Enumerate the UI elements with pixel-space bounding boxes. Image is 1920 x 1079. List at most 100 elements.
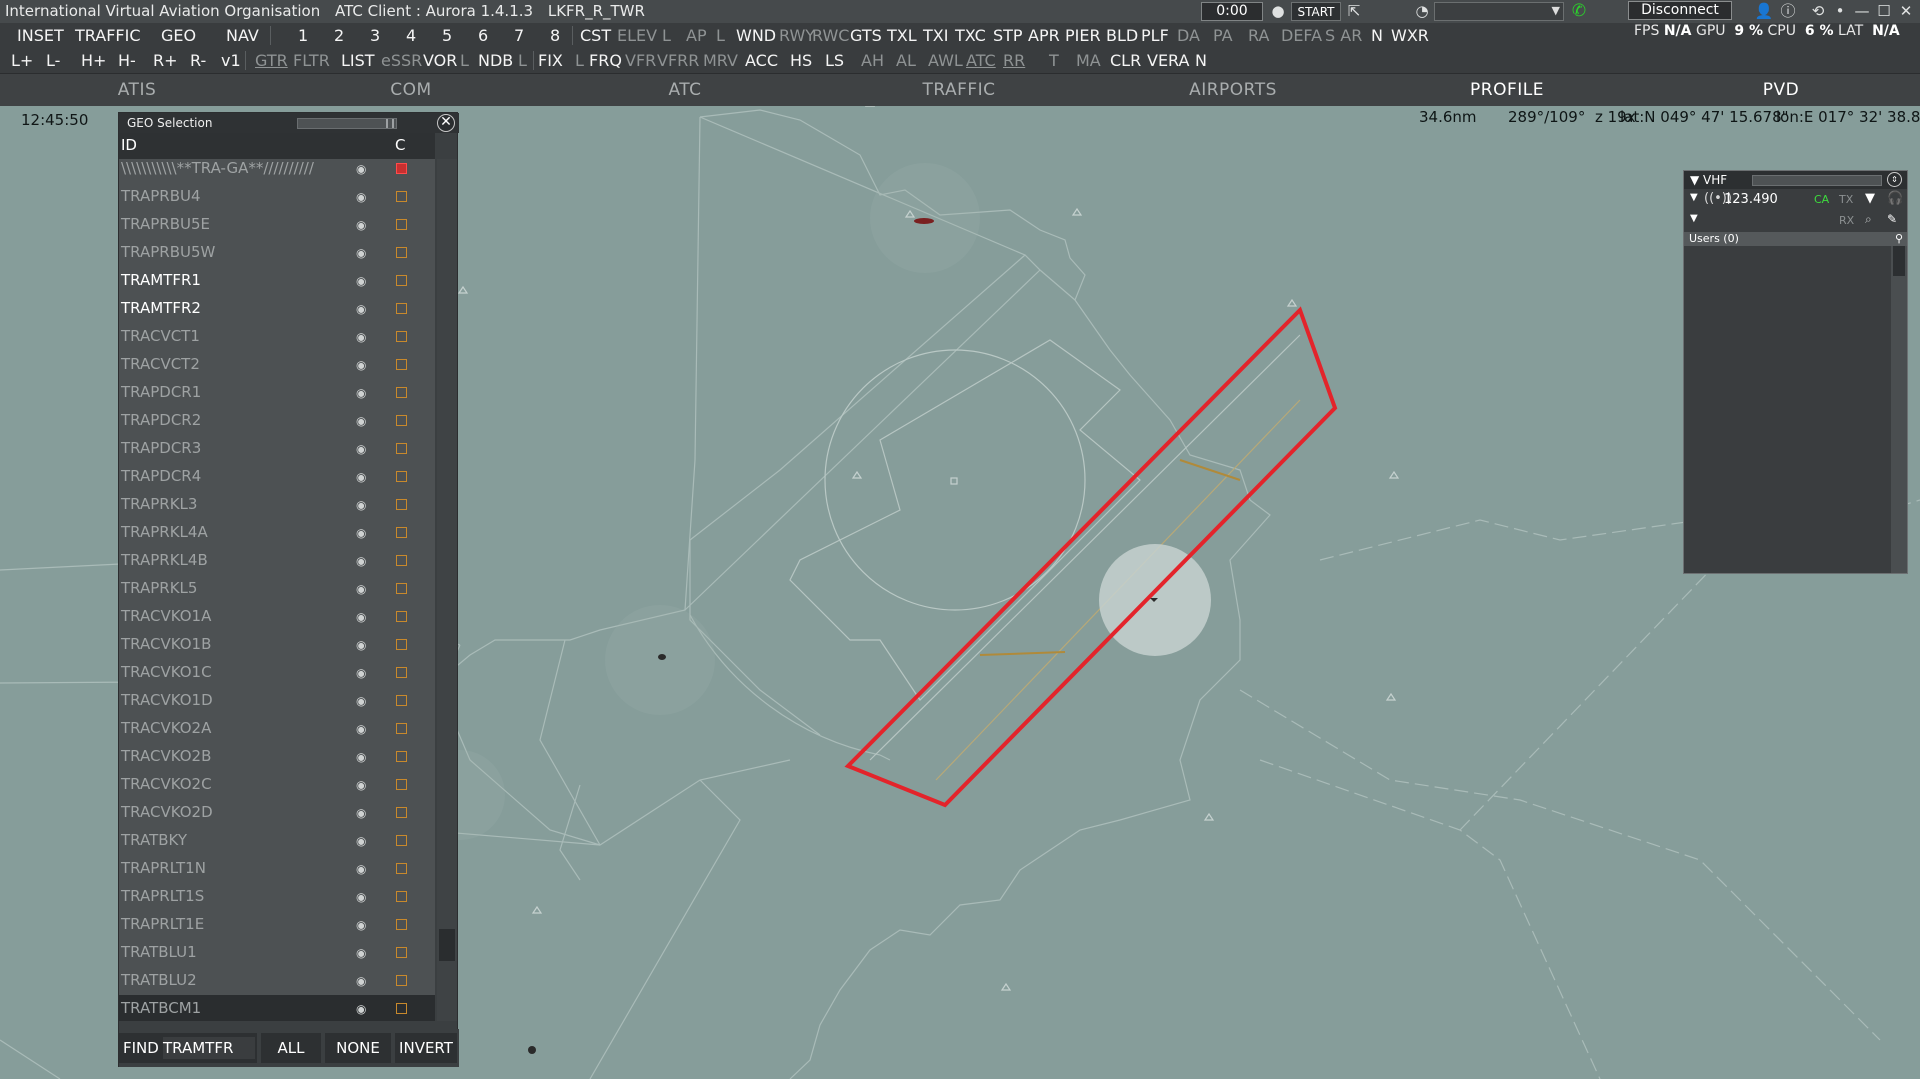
phone-icon[interactable]: ✆ (1568, 1, 1590, 22)
toolbar-button-4[interactable]: 4 (403, 25, 419, 46)
station-dropdown[interactable]: ▼ (1434, 2, 1564, 21)
toolbar-button-cst[interactable]: CST (577, 25, 614, 46)
geo-list-item[interactable]: TRAPRLT1S ◉ (119, 883, 435, 911)
frequency-row[interactable]: ▼ ((•)) 123.490 CA TX ▼ 🎧 (1684, 190, 1907, 210)
sync-icon[interactable]: ⟲ (1808, 2, 1828, 21)
color-swatch[interactable] (396, 415, 407, 426)
toolbar-button-6[interactable]: 6 (475, 25, 491, 46)
color-swatch[interactable] (396, 583, 407, 594)
dot-menu-icon[interactable]: • (1830, 2, 1850, 21)
geo-list-item[interactable]: TRAMTFR2 ◉ (119, 295, 435, 323)
geo-list-item[interactable]: TRAPRBU4 ◉ (119, 183, 435, 211)
color-swatch[interactable] (396, 975, 407, 986)
pin-icon[interactable]: ⚲ (1895, 232, 1903, 245)
toolbar-button-stp[interactable]: STP (990, 25, 1026, 46)
geo-list-item[interactable]: TRACVKO2D ◉ (119, 799, 435, 827)
toolbar-button-frq[interactable]: FRQ (586, 50, 625, 71)
toolbar-button-gtr[interactable]: GTR (252, 50, 291, 71)
geo-list-item[interactable]: TRACVCT1 ◉ (119, 323, 435, 351)
toolbar-button-n[interactable]: N (1368, 25, 1386, 46)
color-swatch[interactable] (396, 191, 407, 202)
visibility-eye-icon[interactable]: ◉ (356, 554, 366, 568)
maximize-icon[interactable]: ☐ (1874, 2, 1894, 21)
color-swatch[interactable] (396, 359, 407, 370)
tab-profile[interactable]: PROFILE (1370, 74, 1644, 107)
close-icon[interactable]: ✕ (1896, 2, 1916, 21)
color-swatch[interactable] (396, 639, 407, 650)
toolbar-button-txl[interactable]: TXL (884, 25, 920, 46)
toolbar-button-ndb[interactable]: NDB (475, 50, 516, 71)
search-icon[interactable]: ⌕ (1865, 212, 1872, 227)
toolbar-button-5[interactable]: 5 (439, 25, 455, 46)
geo-list-item[interactable]: TRATBLU1 ◉ (119, 939, 435, 967)
geo-list-item[interactable]: TRAPRKL3 ◉ (119, 491, 435, 519)
toolbar-button-n[interactable]: N (1192, 50, 1210, 71)
signal-icon[interactable]: ▼ (1865, 191, 1875, 206)
geo-list-item[interactable]: TRAPRBU5W ◉ (119, 239, 435, 267)
color-swatch[interactable] (396, 779, 407, 790)
geo-list-item[interactable]: TRACVKO2B ◉ (119, 743, 435, 771)
headphones-icon[interactable]: 🎧 (1887, 191, 1903, 206)
toolbar-button-plf[interactable]: PLF (1138, 25, 1172, 46)
color-swatch[interactable] (396, 835, 407, 846)
find-input[interactable]: TRAMTFR (163, 1037, 255, 1059)
color-swatch[interactable] (396, 247, 407, 258)
toolbar-button-wxr[interactable]: WXR (1388, 25, 1432, 46)
visibility-eye-icon[interactable]: ◉ (356, 1002, 366, 1016)
geo-list-item[interactable]: TRACVCT2 ◉ (119, 351, 435, 379)
toolbar-button-nav[interactable]: NAV (223, 25, 262, 46)
toolbar-button-h-[interactable]: H+ (78, 50, 109, 71)
toolbar-button-pa[interactable]: PA (1210, 25, 1236, 46)
toolbar-button-pier[interactable]: PIER (1062, 25, 1104, 46)
visibility-eye-icon[interactable]: ◉ (356, 218, 366, 232)
toolbar-button-ah[interactable]: AH (858, 50, 887, 71)
geo-list-item[interactable]: TRAMTFR1 ◉ (119, 267, 435, 295)
toolbar-button-l[interactable]: L (572, 50, 587, 71)
toolbar-button-h-[interactable]: H- (115, 50, 139, 71)
color-swatch[interactable] (396, 275, 407, 286)
opacity-slider[interactable] (297, 118, 397, 129)
tab-pvd[interactable]: PVD (1644, 74, 1918, 107)
color-swatch[interactable] (396, 695, 407, 706)
toolbar-button-elev[interactable]: ELEV (614, 25, 660, 46)
visibility-eye-icon[interactable]: ◉ (356, 834, 366, 848)
toolbar-button-l[interactable]: L (515, 50, 530, 71)
toolbar-button-vor[interactable]: VOR (420, 50, 460, 71)
visibility-eye-icon[interactable]: ◉ (356, 946, 366, 960)
toolbar-button-al[interactable]: AL (893, 50, 919, 71)
color-swatch[interactable] (396, 863, 407, 874)
geo-list-item[interactable]: TRAPDCR3 ◉ (119, 435, 435, 463)
visibility-eye-icon[interactable]: ◉ (356, 582, 366, 596)
tab-airports[interactable]: AIRPORTS (1096, 74, 1370, 107)
color-swatch[interactable] (396, 555, 407, 566)
geo-list-item[interactable]: TRACVKO1C ◉ (119, 659, 435, 687)
geo-list-item[interactable]: TRAPDCR1 ◉ (119, 379, 435, 407)
toolbar-button-ap[interactable]: AP (683, 25, 710, 46)
toolbar-button-ls[interactable]: LS (822, 50, 847, 71)
toolbar-button-l[interactable]: L (659, 25, 674, 46)
toolbar-button-t[interactable]: T (1046, 50, 1062, 71)
geo-list-item[interactable]: TRACVKO2C ◉ (119, 771, 435, 799)
color-swatch[interactable] (396, 1003, 407, 1014)
visibility-eye-icon[interactable]: ◉ (356, 190, 366, 204)
geo-list-item[interactable]: TRAPRKL4B ◉ (119, 547, 435, 575)
visibility-eye-icon[interactable]: ◉ (356, 246, 366, 260)
toolbar-button-rr[interactable]: RR (1000, 50, 1028, 71)
toolbar-button-atc[interactable]: ATC (963, 50, 999, 71)
scroll-arrows-icon[interactable]: ⇕ (1887, 172, 1902, 187)
toolbar-button-fix[interactable]: FIX (535, 50, 566, 71)
visibility-eye-icon[interactable]: ◉ (356, 918, 366, 932)
settings-knob-icon[interactable]: ◔ (1412, 2, 1432, 21)
color-swatch[interactable] (396, 667, 407, 678)
visibility-eye-icon[interactable]: ◉ (356, 694, 366, 708)
color-swatch[interactable] (396, 443, 407, 454)
toolbar-button-gts[interactable]: GTS (847, 25, 885, 46)
geo-list-item[interactable]: TRAPRLT1N ◉ (119, 855, 435, 883)
geo-list-item[interactable]: TRATBKY ◉ (119, 827, 435, 855)
visibility-eye-icon[interactable]: ◉ (356, 722, 366, 736)
toolbar-button-7[interactable]: 7 (511, 25, 527, 46)
toolbar-button-s-ar[interactable]: S AR (1322, 25, 1365, 46)
vhf-header[interactable]: ▼ VHF ⇕ (1684, 171, 1907, 189)
color-swatch[interactable] (396, 751, 407, 762)
geo-list-item[interactable]: TRAPDCR4 ◉ (119, 463, 435, 491)
